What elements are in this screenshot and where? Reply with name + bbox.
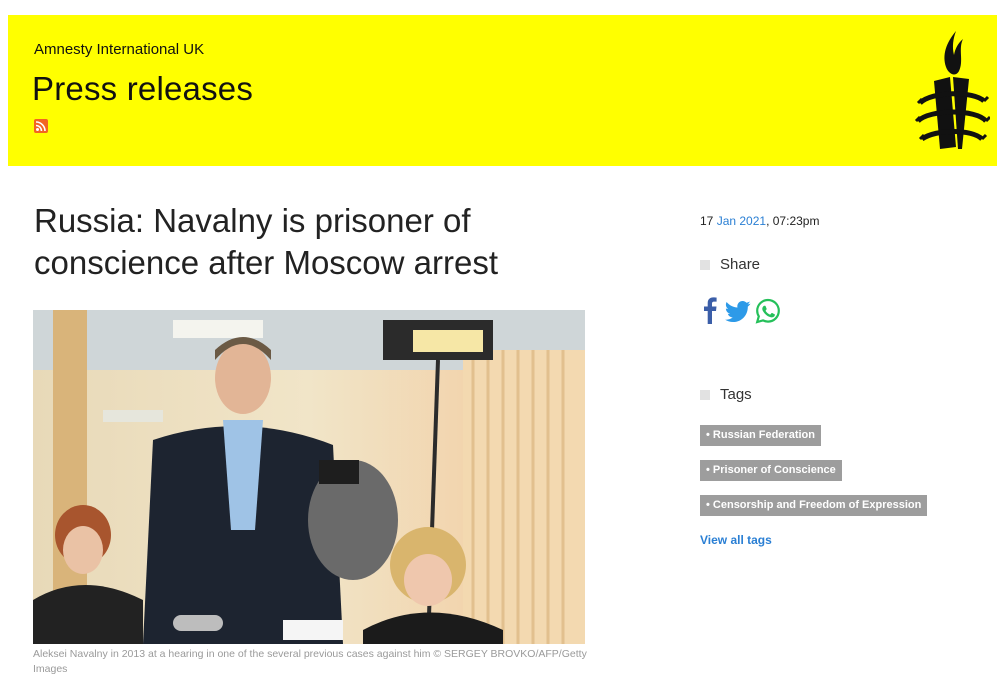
square-bullet-icon xyxy=(700,260,710,270)
share-heading-label: Share xyxy=(720,256,761,273)
tags-heading: Tags xyxy=(700,386,752,403)
square-bullet-icon xyxy=(700,390,710,400)
date-month-link[interactable]: Jan 2021 xyxy=(717,214,766,228)
rss-icon[interactable] xyxy=(34,119,48,133)
photo-caption: Aleksei Navalny in 2013 at a hearing in … xyxy=(33,648,587,675)
date-time: , 07:23pm xyxy=(766,214,820,228)
share-heading: Share xyxy=(700,256,760,273)
article-title: Russia: Navalny is prisoner of conscienc… xyxy=(34,202,499,281)
page-title: Press releases xyxy=(32,70,254,107)
tags-heading-label: Tags xyxy=(720,386,752,403)
org-name[interactable]: Amnesty International UK xyxy=(34,41,204,58)
publish-date: 17 Jan 2021, 07:23pm xyxy=(700,214,819,228)
header-banner: Amnesty International UK Press releases xyxy=(8,15,997,166)
hero-photo xyxy=(33,310,585,644)
view-all-tags-link[interactable]: View all tags xyxy=(700,533,772,547)
date-day: 17 xyxy=(700,214,714,228)
tag-russian-federation[interactable]: • Russian Federation xyxy=(700,425,821,446)
whatsapp-icon[interactable] xyxy=(755,298,781,324)
twitter-icon[interactable] xyxy=(725,301,751,323)
tag-censorship-freedom-expression[interactable]: • Censorship and Freedom of Expression xyxy=(700,495,928,516)
facebook-icon[interactable] xyxy=(703,296,717,324)
amnesty-candle-logo-icon[interactable] xyxy=(912,21,990,161)
tag-prisoner-of-conscience[interactable]: • Prisoner of Conscience xyxy=(700,460,842,481)
